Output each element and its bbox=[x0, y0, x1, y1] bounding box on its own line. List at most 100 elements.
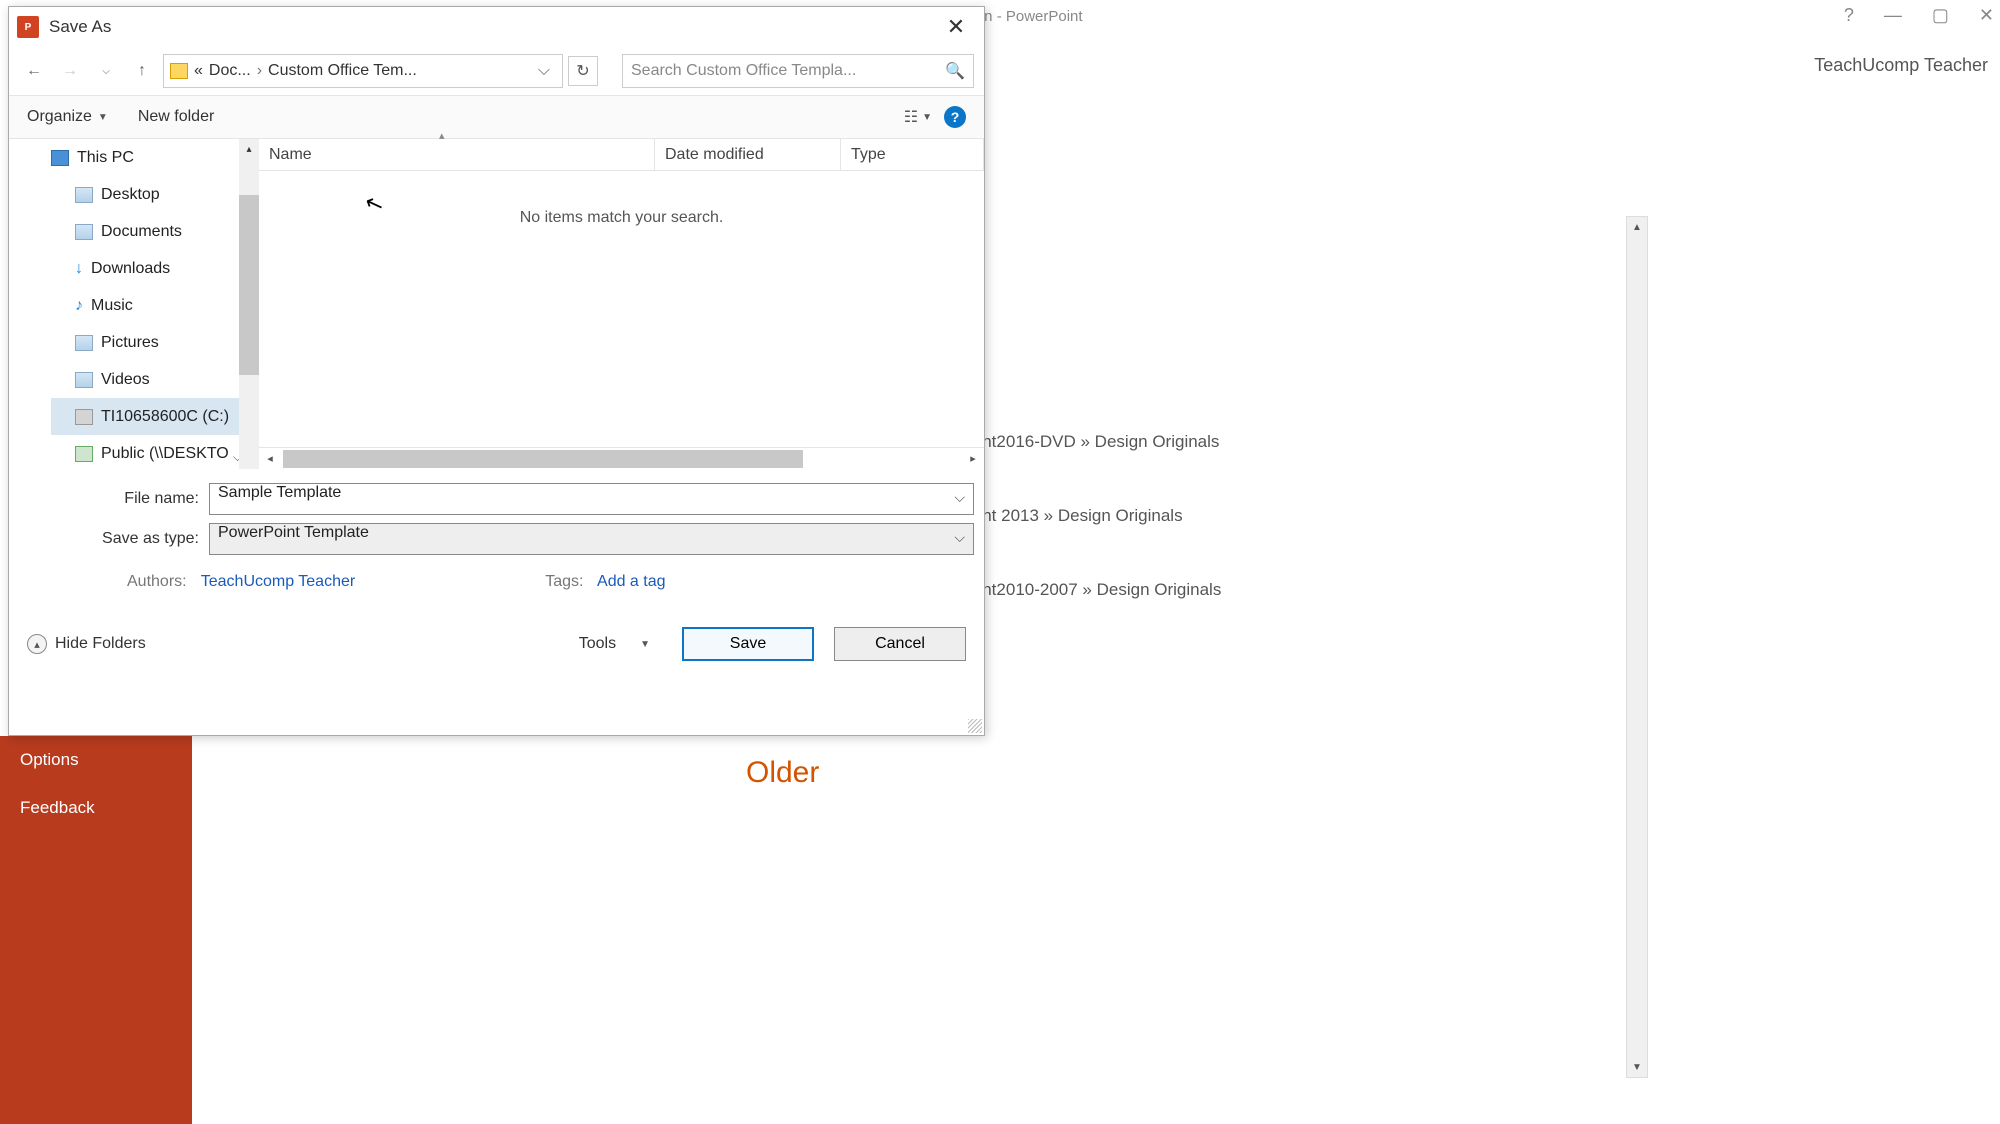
tree-node-music[interactable]: ♪ Music bbox=[51, 287, 259, 324]
download-icon: ↓ bbox=[75, 260, 83, 278]
authors-value[interactable]: TeachUcomp Teacher bbox=[201, 573, 355, 590]
scrollbar-thumb[interactable] bbox=[283, 450, 803, 468]
breadcrumb-seg[interactable]: Custom Office Tem... bbox=[268, 62, 417, 80]
tags-label: Tags: bbox=[545, 573, 583, 590]
music-icon: ♪ bbox=[75, 297, 83, 315]
dialog-titlebar: P Save As ✕ bbox=[9, 7, 984, 47]
history-dropdown-icon[interactable]: ⌵ bbox=[91, 56, 121, 86]
chevron-up-icon: ▴ bbox=[27, 634, 47, 654]
tree-node-thispc[interactable]: This PC bbox=[51, 139, 259, 176]
filename-label: File name: bbox=[19, 490, 209, 508]
refresh-button[interactable]: ↻ bbox=[568, 56, 598, 86]
sidebar-item-feedback[interactable]: Feedback bbox=[0, 784, 192, 832]
tree-label: This PC bbox=[77, 149, 134, 167]
pp-user-label[interactable]: TeachUcomp Teacher bbox=[1814, 55, 1988, 76]
pp-sidebar: Options Feedback bbox=[0, 736, 192, 1124]
dialog-nav-row: ← → ⌵ ↑ « Doc... › Custom Office Tem... … bbox=[9, 47, 984, 95]
scroll-down-icon[interactable]: ▼ bbox=[1627, 1057, 1647, 1077]
older-heading: Older bbox=[746, 756, 819, 790]
savetype-label: Save as type: bbox=[19, 530, 209, 548]
view-options-button[interactable]: ☷ ▼ bbox=[904, 107, 932, 127]
tree-label: Public (\\DESKTO bbox=[101, 445, 229, 463]
dialog-footer: ▴ Hide Folders Tools ▼ Save Cancel bbox=[9, 599, 984, 675]
dropdown-icon: ▼ bbox=[922, 112, 932, 123]
new-folder-button[interactable]: New folder bbox=[138, 108, 214, 126]
scroll-right-icon[interactable]: ▸ bbox=[962, 448, 984, 470]
tree-node-documents[interactable]: Documents bbox=[51, 213, 259, 250]
scrollbar-thumb[interactable] bbox=[239, 195, 259, 375]
tree-label: Music bbox=[91, 297, 133, 315]
file-list: Name ▴ Date modified Type No items match… bbox=[259, 139, 984, 469]
tree-node-desktop[interactable]: Desktop bbox=[51, 176, 259, 213]
column-label: Name bbox=[269, 146, 312, 164]
chevron-right-icon: › bbox=[257, 62, 262, 80]
tree-node-videos[interactable]: Videos bbox=[51, 361, 259, 398]
breadcrumb-sep: « bbox=[194, 62, 203, 80]
tree-node-public[interactable]: Public (\\DESKTO⌵ bbox=[51, 435, 259, 472]
dialog-title: Save As bbox=[49, 17, 111, 37]
dropdown-icon: ▼ bbox=[98, 112, 108, 123]
sort-ascending-icon: ▴ bbox=[439, 129, 445, 142]
scroll-left-icon[interactable]: ◂ bbox=[259, 448, 281, 470]
savetype-value: PowerPoint Template bbox=[218, 524, 369, 541]
organize-label: Organize bbox=[27, 108, 92, 126]
resize-grip-icon[interactable] bbox=[968, 719, 982, 733]
tree-label: TI10658600C (C:) bbox=[101, 408, 229, 426]
folder-tree[interactable]: This PC Desktop Documents ↓ Downloads ♪ Mu… bbox=[9, 139, 259, 469]
sidebar-item-options[interactable]: Options bbox=[0, 736, 192, 784]
back-button[interactable]: ← bbox=[19, 56, 49, 86]
help-icon[interactable]: ? bbox=[944, 106, 966, 128]
dialog-fields: File name: Sample Template Save as type:… bbox=[9, 469, 984, 599]
search-icon[interactable]: 🔍 bbox=[945, 61, 965, 81]
dropdown-icon: ▼ bbox=[640, 639, 650, 650]
filename-input[interactable]: Sample Template bbox=[209, 483, 974, 515]
column-name[interactable]: Name ▴ bbox=[259, 139, 655, 171]
pp-minimize-icon[interactable]: — bbox=[1884, 5, 1902, 26]
file-list-hscroll[interactable]: ◂ ▸ bbox=[259, 447, 984, 469]
search-input[interactable]: Search Custom Office Templa... 🔍 bbox=[622, 54, 974, 88]
tree-scrollbar[interactable]: ▴ bbox=[239, 139, 259, 469]
scroll-up-icon[interactable]: ▲ bbox=[1627, 217, 1647, 237]
dialog-body: This PC Desktop Documents ↓ Downloads ♪ Mu… bbox=[9, 139, 984, 469]
pp-scrollbar[interactable]: ▲ ▼ bbox=[1626, 216, 1648, 1078]
tools-button[interactable]: Tools ▼ bbox=[567, 631, 662, 657]
pp-close-icon[interactable]: ✕ bbox=[1979, 5, 1994, 26]
tree-label: Desktop bbox=[101, 186, 160, 204]
tree-label: Documents bbox=[101, 223, 182, 241]
authors-label: Authors: bbox=[127, 573, 187, 590]
filename-value: Sample Template bbox=[218, 484, 341, 501]
pp-recent-list: rPoint2016-DVD » Design Originals rPoint… bbox=[952, 430, 1221, 651]
breadcrumb-seg[interactable]: Doc... bbox=[209, 62, 251, 80]
hide-folders-button[interactable]: ▴ Hide Folders bbox=[27, 634, 146, 654]
recent-item[interactable]: rPoint2010-2007 » Design Originals bbox=[952, 578, 1221, 602]
save-button[interactable]: Save bbox=[682, 627, 814, 661]
file-list-header: Name ▴ Date modified Type bbox=[259, 139, 984, 171]
powerpoint-app-icon: P bbox=[17, 16, 39, 38]
scroll-up-icon[interactable]: ▴ bbox=[239, 139, 259, 159]
tree-node-downloads[interactable]: ↓ Downloads bbox=[51, 250, 259, 287]
organize-button[interactable]: Organize ▼ bbox=[27, 108, 108, 126]
tree-label: Videos bbox=[101, 371, 150, 389]
savetype-dropdown[interactable]: PowerPoint Template bbox=[209, 523, 974, 555]
tree-node-drive-c[interactable]: TI10658600C (C:) bbox=[51, 398, 259, 435]
column-date[interactable]: Date modified bbox=[655, 139, 841, 171]
recent-item[interactable]: rPoint 2013 » Design Originals bbox=[952, 504, 1221, 528]
recent-item[interactable]: rPoint2016-DVD » Design Originals bbox=[952, 430, 1221, 454]
forward-button[interactable]: → bbox=[55, 56, 85, 86]
tree-node-pictures[interactable]: Pictures bbox=[51, 324, 259, 361]
save-as-dialog: P Save As ✕ ← → ⌵ ↑ « Doc... › Custom Of… bbox=[8, 6, 985, 736]
list-view-icon: ☷ bbox=[904, 107, 918, 127]
tree-label: Downloads bbox=[91, 260, 170, 278]
cancel-button[interactable]: Cancel bbox=[834, 627, 966, 661]
column-type[interactable]: Type bbox=[841, 139, 984, 171]
tags-add-link[interactable]: Add a tag bbox=[597, 573, 666, 590]
pp-help-icon[interactable]: ? bbox=[1844, 5, 1854, 26]
pp-maximize-icon[interactable]: ▢ bbox=[1932, 5, 1949, 26]
up-button[interactable]: ↑ bbox=[127, 56, 157, 86]
search-placeholder: Search Custom Office Templa... bbox=[631, 62, 856, 80]
breadcrumb-dropdown-icon[interactable]: ⌵ bbox=[532, 62, 556, 80]
breadcrumb[interactable]: « Doc... › Custom Office Tem... ⌵ bbox=[163, 54, 563, 88]
dialog-close-button[interactable]: ✕ bbox=[936, 7, 976, 47]
dialog-toolbar: Organize ▼ New folder ☷ ▼ ? bbox=[9, 95, 984, 139]
folder-icon bbox=[170, 63, 188, 79]
